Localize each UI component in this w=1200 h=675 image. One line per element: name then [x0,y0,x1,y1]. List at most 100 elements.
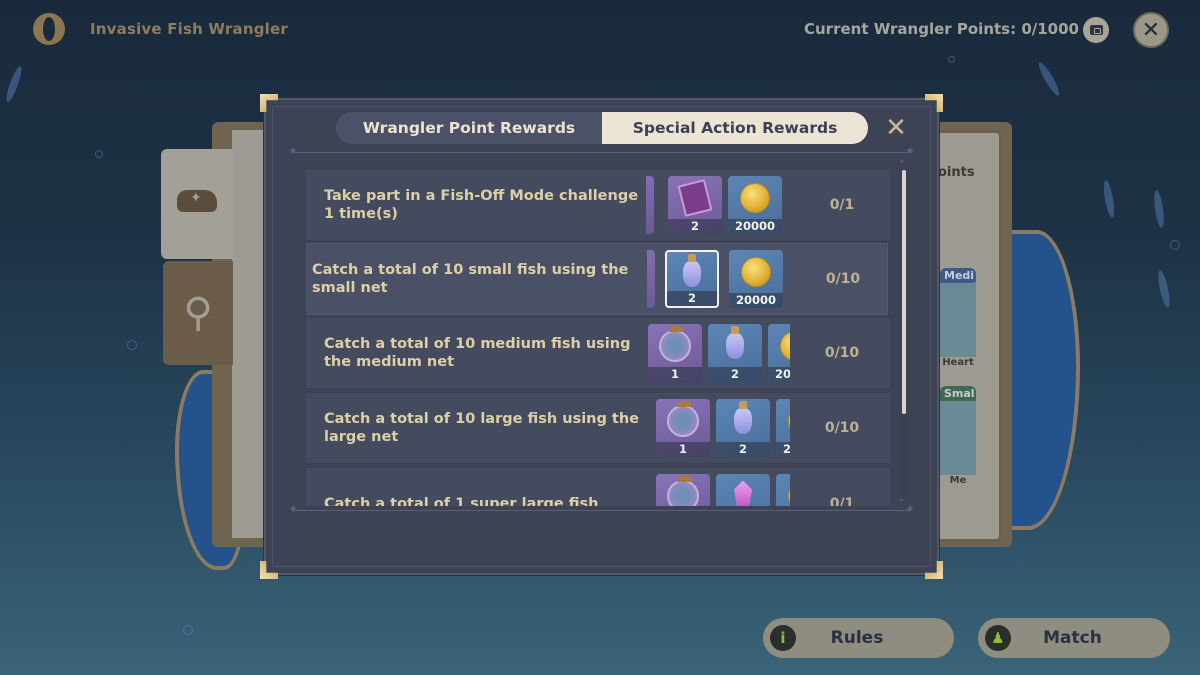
reward-item-book[interactable]: 2 [668,176,722,234]
mora-coin-icon [788,480,790,506]
task-description: Catch a total of 10 medium fish using th… [324,336,631,370]
reward-item-potion[interactable]: 2 [716,399,770,457]
scroll-up-icon[interactable]: ⌃ [898,160,906,170]
corner-ornament [925,561,943,579]
reward-quantity: 2 [716,442,770,457]
side-tab-trophy[interactable]: ⚲ [163,261,233,365]
task-row[interactable]: Take part in a Fish-Off Mode challenge 1… [306,170,890,240]
rules-button[interactable]: i Rules [763,618,954,658]
task-progress: 0/10 [825,271,861,287]
reward-item-mora-coin[interactable]: 20000 [729,250,783,308]
background-fish-decoration [1036,60,1062,98]
task-list[interactable]: Take part in a Fish-Off Mode challenge 1… [306,166,894,506]
reward-quantity: 20000 [768,367,790,382]
treasure-chest-button[interactable] [1083,17,1109,43]
reward-item-jar[interactable]: 1 [648,324,702,382]
reward-item-potion[interactable]: 2 [665,250,719,308]
potion-icon [683,253,701,287]
reward-item-jar[interactable] [647,250,655,308]
close-icon: ✕ [885,113,907,143]
reward-items: 2 20000 [647,250,791,308]
task-progress: 0/1 [829,496,855,506]
scrollbar-thumb[interactable] [902,170,906,414]
fish-card-caption: Heart [940,357,976,368]
reward-items: 12 20000 [646,399,790,457]
corner-ornament [925,94,943,112]
task-row[interactable]: Catch a total of 10 medium fish using th… [306,318,890,388]
reward-item-mora-coin[interactable]: 20000 [776,399,790,457]
task-progress: 0/10 [824,345,860,361]
task-description: Catch a total of 1 super large fish [324,496,599,506]
mora-coin-icon [788,405,790,436]
reward-item-jar[interactable]: 1 [656,399,710,457]
tab-special-action-rewards[interactable]: Special Action Rewards [602,112,868,144]
treasure-chest-icon [1089,25,1103,35]
rewards-modal: Wrangler Point Rewards Special Action Re… [260,94,939,575]
background-fish-decoration [1156,269,1172,309]
reward-item-mora-coin[interactable]: 20000 [768,324,790,382]
jar-icon [659,325,691,362]
info-icon: i [770,625,796,651]
mora-coin-icon [741,256,771,287]
background-fish-decoration [3,64,25,104]
jar-icon [667,400,699,437]
close-page-button[interactable]: ✕ [1133,12,1169,48]
right-page-heading: oints [938,165,975,180]
reward-item-mora-coin[interactable] [776,474,790,506]
fish-card-caption: Me [940,475,976,486]
reward-items: 12 20000 [646,324,790,382]
divider [288,502,915,516]
match-button[interactable]: ♟ Match [978,618,1170,658]
jar-icon [667,475,699,506]
match-button-label: Match [1043,628,1102,648]
reward-item-crystal[interactable] [716,474,770,506]
bubble-decoration [1170,240,1180,250]
close-icon: ✕ [1141,17,1161,43]
task-row[interactable]: Catch a total of 1 super large fish 0/1 [306,468,890,506]
mora-coin-icon [740,182,770,213]
reward-item-mora-coin[interactable]: 20000 [728,176,782,234]
task-row[interactable]: Catch a total of 10 large fish using the… [306,393,890,463]
side-tab-fist-bump[interactable] [161,149,233,259]
bubble-decoration [127,340,137,350]
task-description: Take part in a Fish-Off Mode challenge 1… [324,188,639,222]
trophy-icon: ⚲ [183,290,213,336]
fish-size-tag: Smal [940,386,976,401]
reward-quantity: 2 [708,367,762,382]
scroll-down-icon[interactable]: ⌄ [898,494,906,504]
fish-card[interactable]: Smal Me [940,386,976,486]
reward-quantity: 20000 [729,293,783,308]
book-icon [677,178,713,217]
fish-emblem-icon [33,13,65,45]
reward-quantity: 2 [667,291,717,306]
reward-tabs: Wrangler Point Rewards Special Action Re… [336,112,868,144]
reward-quantity: 20000 [776,442,790,457]
background-fish-decoration [1152,189,1166,229]
corner-ornament [260,94,278,112]
bubble-decoration [95,150,103,158]
task-description: Catch a total of 10 small fish using the… [312,262,629,296]
divider [288,144,915,158]
fish-card[interactable]: Medi Heart [940,268,976,368]
tab-wrangler-point-rewards[interactable]: Wrangler Point Rewards [336,112,602,144]
rules-button-label: Rules [830,628,884,648]
crystal-icon [734,480,752,506]
task-row[interactable]: Catch a total of 10 small fish using the… [306,243,888,315]
reward-items: 2 20000 [646,176,790,234]
background-fish-decoration [1101,179,1117,219]
potion-icon [726,325,744,359]
reward-quantity: 2 [668,219,722,234]
potion-icon [734,400,752,434]
mora-coin-icon [780,330,790,361]
reward-items [646,474,790,506]
reward-item-potion[interactable]: 2 [708,324,762,382]
reward-item-jar[interactable] [646,176,654,234]
bubble-decoration [183,625,193,635]
corner-ornament [260,561,278,579]
reward-item-jar[interactable] [656,474,710,506]
bubble-decoration [948,56,955,63]
fist-bump-icon [175,186,219,222]
modal-close-button[interactable]: ✕ [882,114,910,142]
page-title: Invasive Fish Wrangler [90,20,288,38]
match-people-icon: ♟ [985,625,1011,651]
